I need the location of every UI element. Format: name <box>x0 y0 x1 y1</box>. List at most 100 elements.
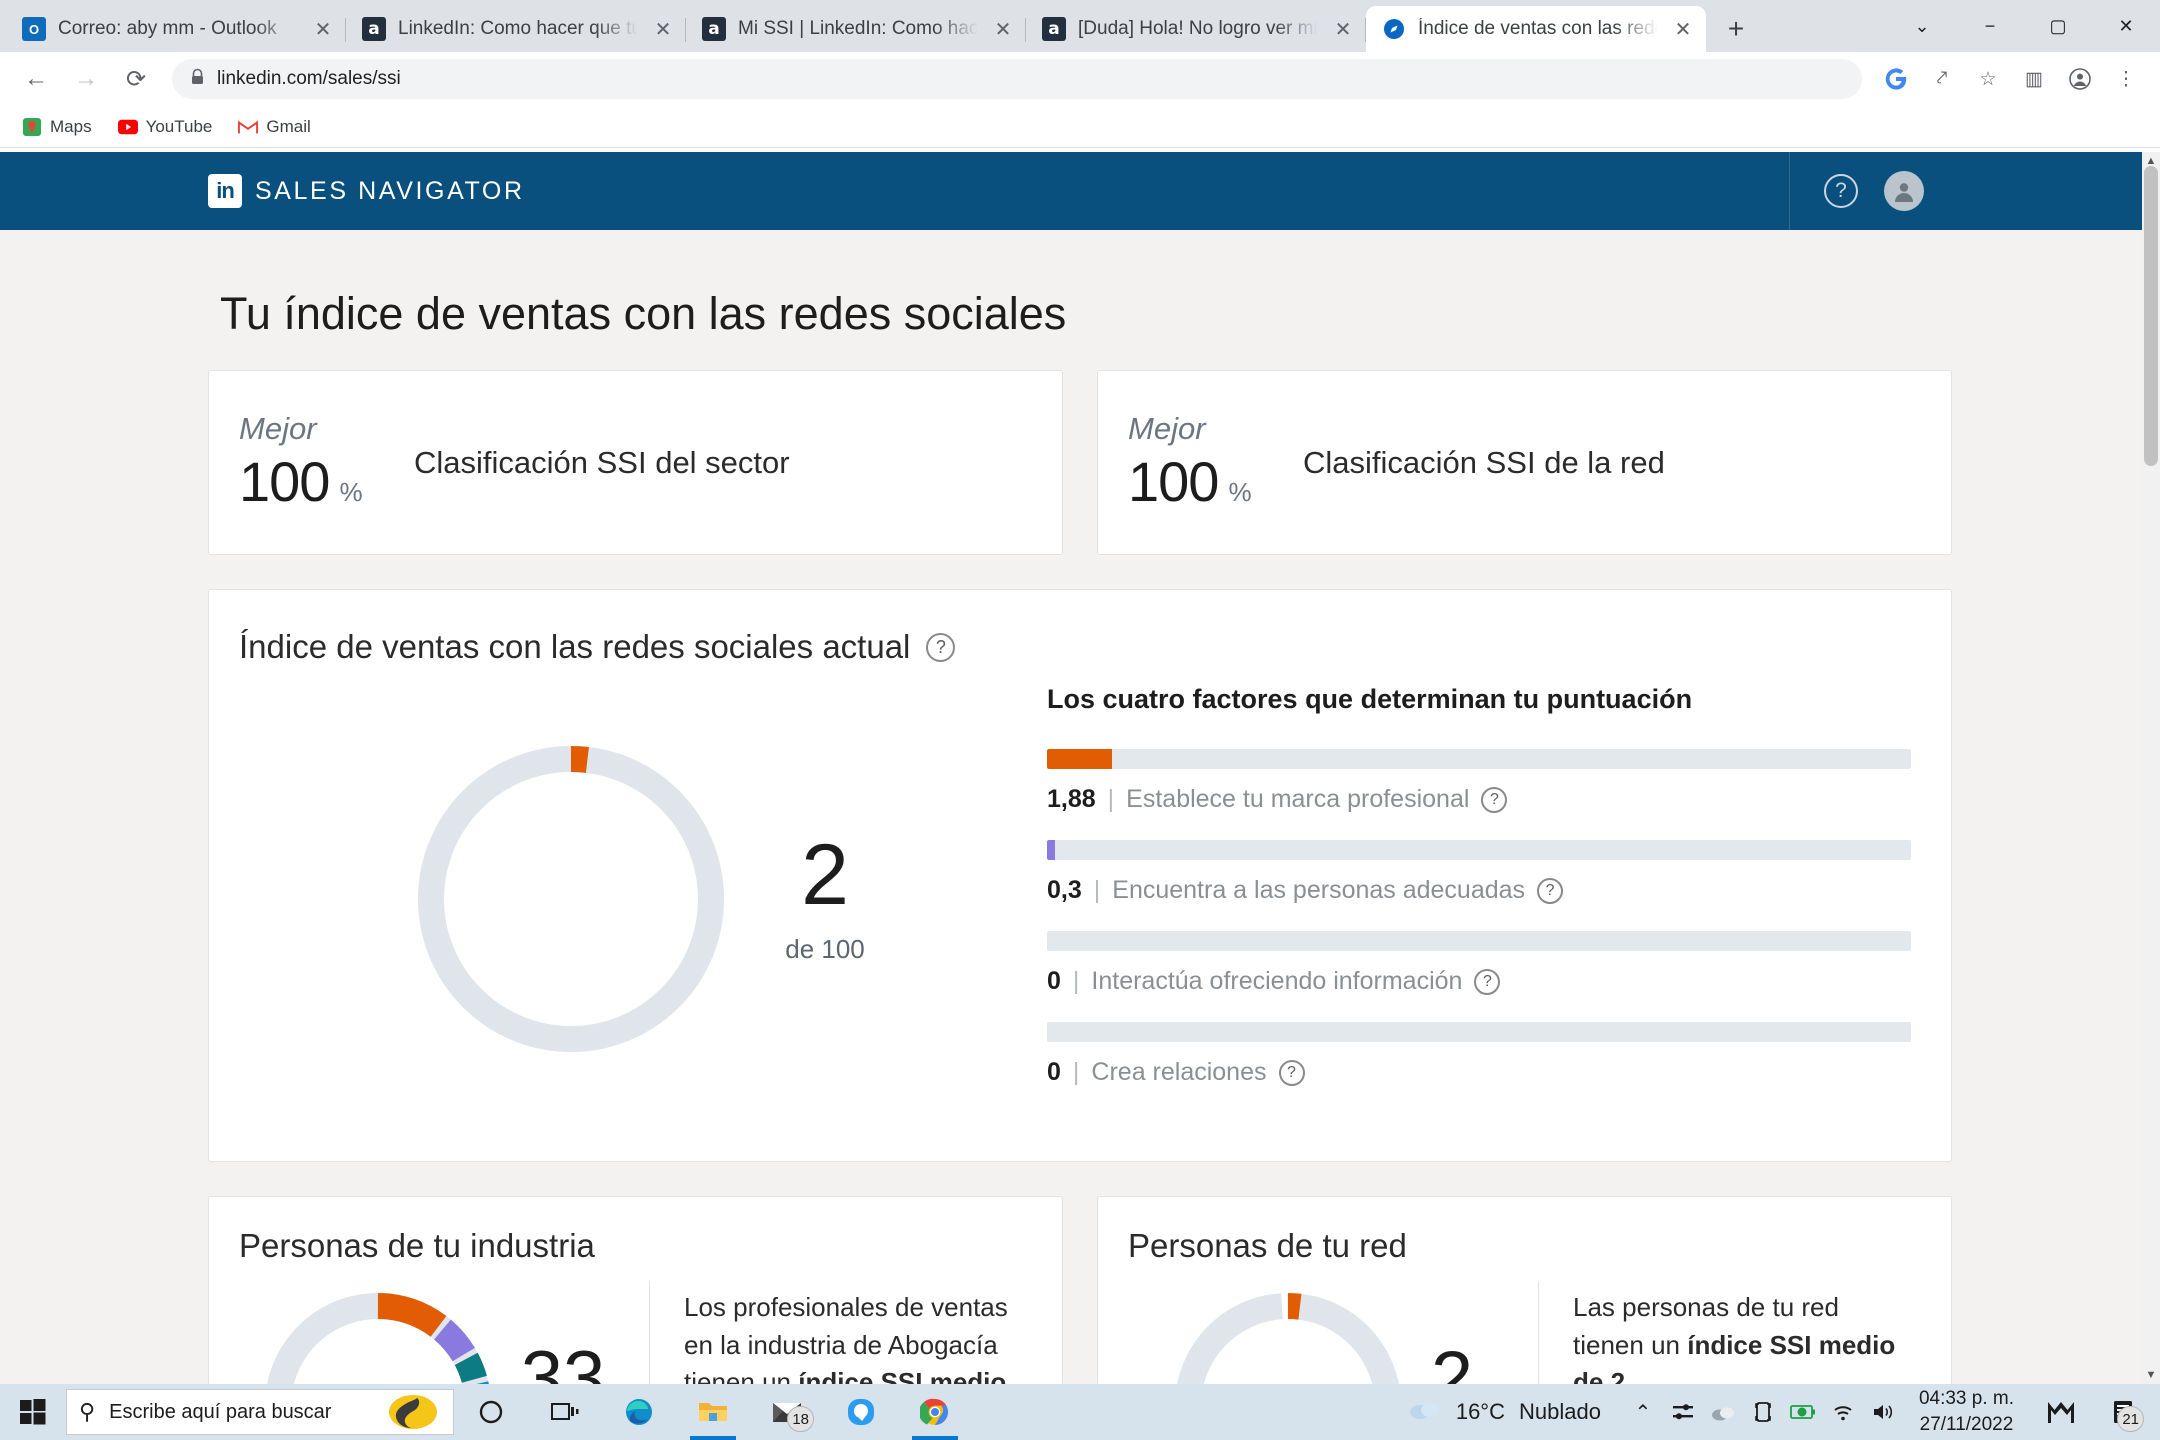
cortana-icon[interactable] <box>454 1384 528 1440</box>
factor-label: Establece tu marca profesional <box>1126 785 1470 813</box>
task-view-icon[interactable] <box>528 1384 602 1440</box>
weather-widget[interactable]: 16°C Nublado <box>1386 1397 1623 1427</box>
people-card-title: Personas de tu industria <box>239 1227 595 1264</box>
wifi-icon[interactable] <box>1823 1384 1863 1440</box>
tab-close-button[interactable]: ✕ <box>1330 16 1356 42</box>
tab-close-button[interactable]: ✕ <box>310 16 336 42</box>
help-icon[interactable]: ? <box>1474 968 1501 995</box>
tab-close-button[interactable]: ✕ <box>1670 16 1696 42</box>
factor-row: 0,3 | Encuentra a las personas adecuadas… <box>1047 840 1911 905</box>
factor-line: 0,3 | Encuentra a las personas adecuadas… <box>1047 876 1911 905</box>
mail-icon[interactable]: 18 <box>750 1384 824 1440</box>
browser-tab-active[interactable]: Índice de ventas con las redes s ✕ <box>1366 6 1706 52</box>
factor-separator: | <box>1072 967 1080 995</box>
ssi-heading-text: Índice de ventas con las redes sociales … <box>239 628 911 665</box>
network-score: 2 <box>1430 1336 1474 1384</box>
ssi-card-body: 2 de 100 Los cuatro factores que determi… <box>209 684 1951 1113</box>
rank-value: 100 % <box>1128 449 1303 514</box>
rank-unit: % <box>339 477 363 507</box>
close-window-button[interactable]: ✕ <box>2092 0 2160 52</box>
factor-separator: | <box>1093 876 1101 904</box>
factor-value: 1,88 <box>1047 785 1096 813</box>
address-bar[interactable]: linkedin.com/sales/ssi <box>172 59 1862 99</box>
avatar[interactable] <box>1884 171 1924 211</box>
brand-text: SALES NAVIGATOR <box>255 176 525 205</box>
settings-sliders-icon[interactable] <box>1663 1384 1703 1440</box>
tab-close-button[interactable]: ✕ <box>990 16 1016 42</box>
more-menu-icon[interactable]: ⋮ <box>2106 59 2146 99</box>
mega-icon[interactable] <box>2030 1384 2092 1440</box>
volume-icon[interactable] <box>1863 1384 1903 1440</box>
tab-title: Correo: aby mm - Outlook <box>58 18 277 39</box>
share-icon[interactable]: ⤤ <box>1922 59 1962 99</box>
industry-description: Los profesionales de ventas en la indust… <box>649 1281 1062 1384</box>
whatsapp-icon[interactable] <box>824 1384 898 1440</box>
factor-bar-fill <box>1047 749 1112 769</box>
rank-left: Mejor 100 % <box>239 411 414 514</box>
scroll-down-arrow[interactable]: ▼ <box>2145 1369 2157 1381</box>
factor-line: 1,88 | Establece tu marca profesional ? <box>1047 785 1911 814</box>
people-card-network: Personas de tu red 2 Las personas de tu … <box>1097 1196 1952 1384</box>
browser-tab[interactable]: a LinkedIn: Como hacer que tu pe ✕ <box>346 6 686 52</box>
bookmark-maps[interactable]: Maps <box>22 117 92 137</box>
more-window-options-icon[interactable]: ⌄ <box>1888 0 1956 52</box>
reload-button[interactable]: ⟳ <box>114 57 158 101</box>
factor-separator: | <box>1107 785 1115 813</box>
browser-tab[interactable]: a Mi SSI | LinkedIn: Como hacer q ✕ <box>686 6 1026 52</box>
search-placeholder: Escribe aquí para buscar <box>109 1400 332 1423</box>
bookmark-youtube[interactable]: YouTube <box>117 117 212 137</box>
scrollbar-thumb[interactable] <box>2144 166 2158 466</box>
onedrive-icon[interactable] <box>1703 1384 1743 1440</box>
bookmarks-bar: Maps YouTube Gmail <box>0 106 2160 148</box>
google-icon[interactable] <box>1876 59 1916 99</box>
minimize-button[interactable]: − <box>1956 0 2024 52</box>
tab-close-button[interactable]: ✕ <box>650 16 676 42</box>
people-card-body: 2 Las personas de tu red tienen un índic… <box>1098 1281 1951 1384</box>
new-tab-button[interactable]: + <box>1716 9 1756 49</box>
help-icon[interactable]: ? <box>1278 1059 1305 1086</box>
search-icon: ⚲ <box>79 1399 96 1424</box>
ssi-donut-area: 2 de 100 <box>209 684 1047 1113</box>
chrome-icon[interactable] <box>898 1384 972 1440</box>
amazon-icon: a <box>702 17 726 41</box>
sidepanel-icon[interactable]: ▥ <box>2014 59 2054 99</box>
browser-toolbar: ← → ⟳ linkedin.com/sales/ssi ⤤ ☆ ▥ ⋮ <box>0 52 2160 106</box>
ssi-score-sub: de 100 <box>785 934 865 964</box>
maximize-button[interactable]: ▢ <box>2024 0 2092 52</box>
maps-icon <box>22 117 42 137</box>
factor-row: 1,88 | Establece tu marca profesional ? <box>1047 749 1911 814</box>
back-button[interactable]: ← <box>14 57 58 101</box>
factor-line: 0 | Interactúa ofreciendo información ? <box>1047 967 1911 996</box>
linkedin-logo-icon: in <box>208 174 242 208</box>
battery-icon[interactable] <box>1783 1384 1823 1440</box>
start-button[interactable] <box>0 1384 66 1440</box>
industry-score: 33 <box>520 1336 606 1384</box>
factor-bar-track <box>1047 749 1911 769</box>
brand[interactable]: in SALES NAVIGATOR <box>208 174 525 208</box>
notifications-icon[interactable]: 21 <box>2092 1384 2154 1440</box>
page-scrollbar[interactable]: ▲ ▼ <box>2142 152 2160 1384</box>
chevron-up-icon[interactable]: ⌃ <box>1623 1384 1663 1440</box>
search-input[interactable]: ⚲ Escribe aquí para buscar <box>66 1389 454 1435</box>
help-icon[interactable]: ? <box>926 632 956 662</box>
bookmark-gmail[interactable]: Gmail <box>238 117 311 137</box>
edge-icon[interactable] <box>602 1384 676 1440</box>
clock[interactable]: 04:33 p. m. 27/11/2022 <box>1903 1386 2030 1437</box>
bookmark-star-icon[interactable]: ☆ <box>1968 59 2008 99</box>
gmail-icon <box>238 117 259 137</box>
amazon-icon: a <box>362 17 386 41</box>
browser-window: O Correo: aby mm - Outlook ✕ a LinkedIn:… <box>0 0 2160 1440</box>
factor-separator: | <box>1072 1058 1080 1086</box>
network-description: Las personas de tu red tienen un índice … <box>1538 1281 1951 1384</box>
forward-button[interactable]: → <box>64 57 108 101</box>
browser-tab[interactable]: a [Duda] Hola! No logro ver mi SS ✕ <box>1026 6 1366 52</box>
phone-link-icon[interactable] <box>1743 1384 1783 1440</box>
browser-tab[interactable]: O Correo: aby mm - Outlook ✕ <box>6 6 346 52</box>
rank-card-industry: Mejor 100 % Clasificación SSI del sector <box>208 370 1063 555</box>
help-icon[interactable]: ? <box>1537 877 1564 904</box>
help-icon[interactable]: ? <box>1481 786 1508 813</box>
file-explorer-icon[interactable] <box>676 1384 750 1440</box>
profile-icon[interactable] <box>2060 59 2100 99</box>
help-icon[interactable]: ? <box>1824 174 1858 208</box>
people-card-body: 33 Los profesionales de ventas en la ind… <box>209 1281 1062 1384</box>
